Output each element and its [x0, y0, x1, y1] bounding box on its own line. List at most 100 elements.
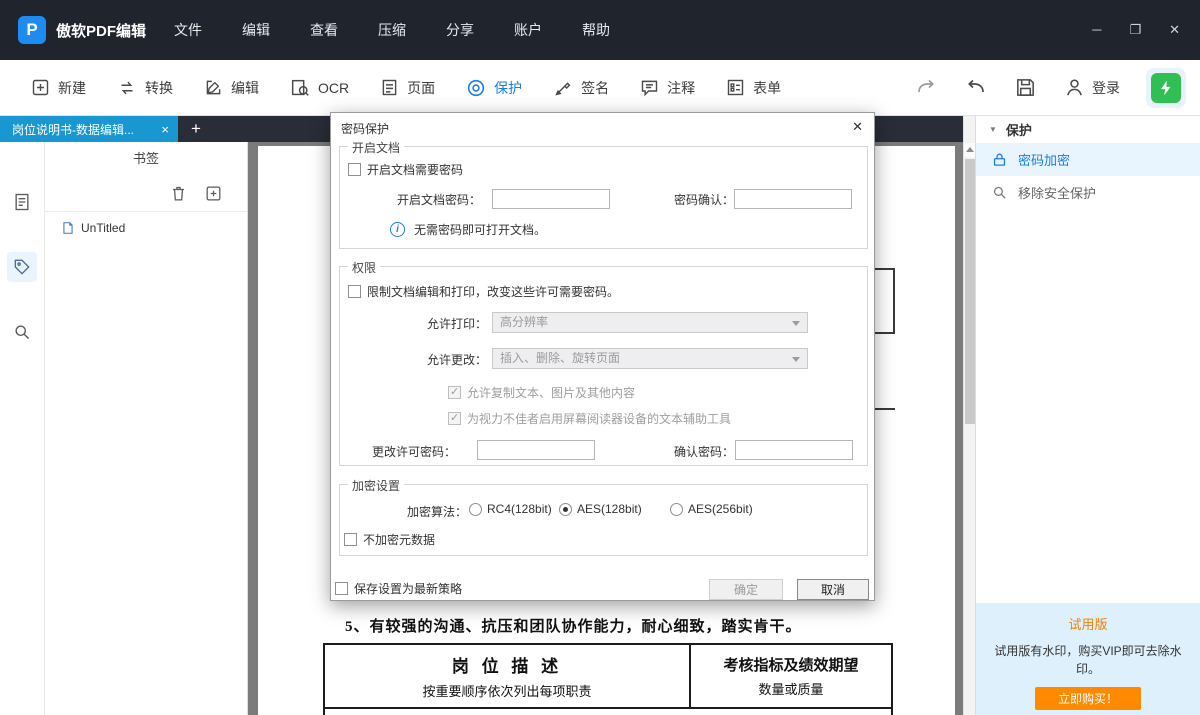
bookmarks-panel-title: 书签 [45, 142, 247, 176]
buy-now-button[interactable]: 立即购买！ [1035, 687, 1141, 710]
field-label: 允许更改： [427, 351, 487, 368]
save-as-default-checkbox[interactable]: 保存设置为最新策略 [335, 580, 462, 597]
table-cell-kpi: 考核指标及绩效期望 数量或质量 [691, 645, 891, 707]
table-line-fragment [875, 332, 895, 334]
algorithm-label: 加密算法： [407, 503, 467, 520]
protect-button[interactable]: 保护 [465, 77, 522, 99]
password-encrypt-item[interactable]: 密码加密 [976, 143, 1200, 176]
radio-aes-128[interactable]: AES(128bit) [559, 502, 642, 516]
protect-panel: ▼ 保护 密码加密 移除安全保护 试用版 试用版有水印，购买VIP即可去除水印。… [975, 116, 1200, 715]
checkbox-icon [348, 163, 361, 176]
app-title: 傲软PDF编辑 [56, 20, 146, 41]
ocr-button[interactable]: OCR [289, 77, 349, 99]
remove-security-item[interactable]: 移除安全保护 [976, 176, 1200, 209]
ok-button[interactable]: 确定 [709, 579, 783, 600]
add-bookmark-icon[interactable] [204, 184, 223, 203]
table-row: 岗 位 描 述 按重要顺序依次列出每项职责 考核指标及绩效期望 数量或质量 [325, 645, 891, 709]
maximize-button[interactable]: ❐ [1129, 22, 1141, 38]
no-metadata-checkbox[interactable]: 不加密元数据 [344, 531, 435, 548]
delete-bookmark-icon[interactable] [169, 184, 188, 203]
confirm-permission-password-input[interactable] [735, 440, 853, 460]
pages-button[interactable]: 页面 [379, 77, 435, 98]
undo-icon[interactable] [964, 76, 988, 100]
panel-title: 保护 [1006, 120, 1032, 139]
bookmark-page-icon [61, 221, 75, 235]
checkbox-label: 限制文档编辑和打印，改变这些许可需要密码。 [367, 283, 619, 300]
radio-aes-256[interactable]: AES(256bit) [670, 502, 753, 516]
thumbnails-icon [12, 192, 32, 212]
trial-note: 试用版有水印，购买VIP即可去除水印。 [976, 642, 1200, 678]
menu-compress[interactable]: 压缩 [378, 20, 406, 40]
bookmarks-panel-button[interactable] [7, 252, 37, 282]
dialog-close-icon[interactable]: ✕ [852, 119, 863, 135]
scroll-up-arrow[interactable] [964, 143, 975, 157]
allow-change-label: 允许更改： [427, 351, 487, 368]
protect-panel-header[interactable]: ▼ 保护 [976, 116, 1200, 143]
cell-subtitle: 数量或质量 [758, 679, 823, 698]
new-tab-button[interactable]: + [191, 117, 201, 141]
group-legend: 权限 [348, 259, 380, 276]
save-icon[interactable] [1014, 76, 1037, 99]
user-icon [1063, 76, 1086, 99]
redo-icon[interactable] [914, 76, 938, 100]
allow-copy-checkbox[interactable]: 允许复制文本、图片及其他内容 [448, 384, 635, 401]
search-panel-button[interactable] [7, 317, 37, 347]
screen-reader-checkbox[interactable]: 为视力不佳者启用屏幕阅读器设备的文本辅助工具 [448, 410, 731, 427]
require-password-checkbox[interactable]: 开启文档需要密码 [348, 161, 463, 178]
lock-icon [991, 151, 1008, 168]
tab-close-icon[interactable]: × [161, 122, 169, 137]
checkbox-checked-icon [448, 412, 461, 425]
menu-share[interactable]: 分享 [446, 20, 474, 40]
menu-file[interactable]: 文件 [174, 20, 202, 40]
checkbox-label: 为视力不佳者启用屏幕阅读器设备的文本辅助工具 [467, 410, 731, 427]
lightning-icon [1157, 79, 1175, 97]
menu-account[interactable]: 账户 [514, 20, 542, 40]
scrollbar-thumb[interactable] [965, 159, 975, 424]
minimize-button[interactable]: ─ [1092, 22, 1101, 38]
sign-icon [552, 77, 574, 99]
vertical-scrollbar[interactable] [963, 116, 975, 715]
edit-button[interactable]: 编辑 [203, 77, 259, 98]
restrict-editing-checkbox[interactable]: 限制文档编辑和打印，改变这些许可需要密码。 [348, 283, 619, 300]
table-cell-duty: 岗 位 描 述 按重要顺序依次列出每项职责 [325, 645, 691, 707]
confirm-password-label: 密码确认： [674, 191, 734, 208]
page-thumbnails-button[interactable] [7, 187, 37, 217]
menu-bar: 文件 编辑 查看 压缩 分享 账户 帮助 [174, 20, 610, 40]
open-password-confirm-input[interactable] [734, 189, 852, 209]
table-line-fragment [875, 268, 895, 270]
menu-edit[interactable]: 编辑 [242, 20, 270, 40]
close-button[interactable]: ✕ [1169, 22, 1180, 38]
comment-button[interactable]: 注释 [639, 77, 695, 98]
document-tab[interactable]: 岗位说明书-数据编辑... × [0, 116, 178, 142]
tab-label: 岗位说明书-数据编辑... [12, 121, 134, 138]
encryption-group: 加密设置 加密算法： RC4(128bit) AES(128bit) AES(2… [339, 484, 868, 556]
tool-label: 转换 [145, 78, 173, 98]
open-password-input[interactable] [492, 189, 610, 209]
menu-help[interactable]: 帮助 [582, 20, 610, 40]
document-text-line: 5、有较强的沟通、抗压和团队协作能力，耐心细致，踏实肯干。 [345, 615, 802, 636]
change-permission-password-input[interactable] [477, 440, 595, 460]
tool-label: 注释 [667, 78, 695, 98]
titlebar: P 傲软PDF编辑 文件 编辑 查看 压缩 分享 账户 帮助 ─ ❐ ✕ [0, 0, 1200, 60]
sign-button[interactable]: 签名 [552, 77, 609, 99]
radio-rc4-128[interactable]: RC4(128bit) [469, 502, 552, 516]
bookmark-tag-icon [12, 257, 32, 277]
open-document-group: 开启文档 开启文档需要密码 开启文档密码： 密码确认： i 无需密码即可打开文档… [339, 146, 868, 249]
allow-print-dropdown[interactable]: 高分辨率 [492, 312, 808, 333]
confirm-permission-password-label: 确认密码： [674, 443, 734, 460]
login-button[interactable]: 登录 [1063, 76, 1120, 99]
form-button[interactable]: 表单 [725, 77, 781, 98]
trial-box: 试用版 试用版有水印，购买VIP即可去除水印。 立即购买！ [976, 603, 1200, 715]
menu-view[interactable]: 查看 [310, 20, 338, 40]
bookmark-item[interactable]: UnTitled [45, 212, 247, 235]
document-table: 岗 位 描 述 按重要顺序依次列出每项职责 考核指标及绩效期望 数量或质量 [323, 643, 893, 715]
allow-change-dropdown[interactable]: 插入、删除、旋转页面 [492, 348, 808, 369]
new-button[interactable]: 新建 [30, 77, 86, 98]
bookmarks-panel: 书签 UnTitled [45, 142, 248, 715]
convert-button[interactable]: 转换 [116, 77, 173, 99]
remove-security-icon [991, 184, 1008, 201]
cancel-button[interactable]: 取消 [797, 579, 869, 600]
permissions-group: 权限 限制文档编辑和打印，改变这些许可需要密码。 允许打印： 高分辨率 允许更改… [339, 266, 868, 466]
promo-app-icon [1151, 73, 1181, 103]
promo-button[interactable] [1146, 68, 1186, 108]
